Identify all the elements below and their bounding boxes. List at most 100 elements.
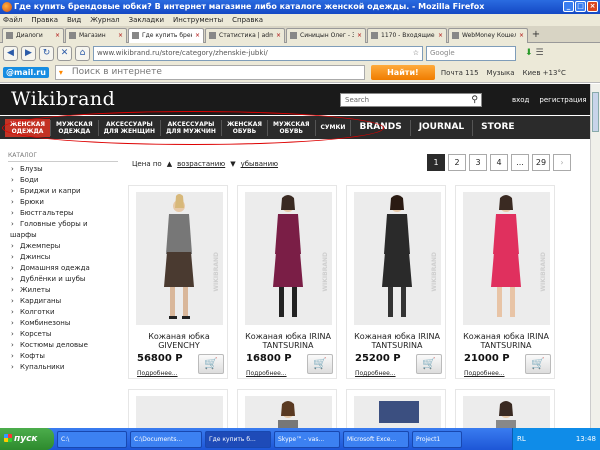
tab-close-icon[interactable]: × <box>55 29 60 43</box>
nav-women-accessories[interactable]: АКСЕССУАРЫ ДЛЯ ЖЕНЩИН <box>99 121 161 135</box>
weather-link[interactable]: Киев +13°C <box>523 69 566 77</box>
tab-close-icon[interactable]: × <box>438 29 443 43</box>
product-card[interactable] <box>128 389 228 428</box>
details-link[interactable]: Подробнее... <box>464 370 505 377</box>
tab-statistics[interactable]: Статистика | adm...× <box>205 28 285 43</box>
product-card[interactable]: WIKIBRAND Кожаная юбка GIVENCHY 56800 Р 🛒… <box>128 185 228 379</box>
search-icon[interactable]: ⚲ <box>471 94 478 106</box>
minimize-button[interactable]: _ <box>563 1 574 12</box>
google-search-field[interactable]: Google <box>426 45 516 61</box>
catalog-item[interactable]: Головные уборы и <box>8 219 118 230</box>
reload-icon[interactable]: ↻ <box>39 45 54 61</box>
menu-tools[interactable]: Инструменты <box>173 14 223 26</box>
task-documents[interactable]: C:\Documents... <box>130 430 202 448</box>
nav-women-shoes[interactable]: ЖЕНСКАЯ ОБУВЬ <box>222 121 267 135</box>
mailru-logo[interactable]: @mail.ru <box>3 67 49 78</box>
product-photo[interactable] <box>136 396 223 428</box>
music-link[interactable]: Музыка <box>487 69 515 77</box>
tab-webmoney[interactable]: WebMoney Кошел...× <box>448 28 528 43</box>
product-photo[interactable]: WIKIBRAND <box>354 192 441 325</box>
product-photo[interactable] <box>354 396 441 428</box>
details-link[interactable]: Подробнее... <box>137 370 178 377</box>
home-icon[interactable]: ⌂ <box>75 45 90 61</box>
site-logo[interactable]: Wikibrand <box>11 88 115 110</box>
tab-close-icon[interactable]: × <box>276 29 281 43</box>
tab-close-icon[interactable]: × <box>195 29 200 43</box>
forward-icon[interactable]: ▶ <box>21 45 36 61</box>
menu-view[interactable]: Вид <box>67 14 81 26</box>
tab-current[interactable]: Где купить брен...× <box>128 28 204 43</box>
nav-women-clothing[interactable]: ЖЕНСКАЯ ОДЕЖДА <box>5 118 51 137</box>
tab-close-icon[interactable]: × <box>519 29 524 43</box>
product-card[interactable]: WIKIBRAND Кожаная юбка IRINA TANTSURINA 1… <box>237 185 337 379</box>
start-button[interactable]: пуск <box>0 428 54 450</box>
vertical-scrollbar[interactable] <box>590 84 600 428</box>
sort-desc-link[interactable]: убыванию <box>241 160 278 168</box>
tab-dialogs[interactable]: Диалоги × <box>2 28 64 43</box>
catalog-item[interactable]: Костюмы деловые <box>8 340 118 351</box>
task-firefox[interactable]: Где купить б... <box>205 430 271 448</box>
product-photo[interactable]: WIKIBRAND <box>136 192 223 325</box>
catalog-item[interactable]: Кардиганы <box>8 296 118 307</box>
nav-brands[interactable]: BRANDS <box>351 123 409 132</box>
nav-men-clothing[interactable]: МУЖСКАЯ ОДЕЖДА <box>51 121 98 135</box>
catalog-item-continuation[interactable]: шарфы <box>8 230 118 241</box>
nav-bags[interactable]: СУМКИ <box>316 124 351 131</box>
add-to-cart-button[interactable]: 🛒 <box>416 354 442 374</box>
page-1[interactable]: 1 <box>427 154 445 171</box>
catalog-item[interactable]: Боди <box>8 175 118 186</box>
catalog-item[interactable]: Бюстгальтеры <box>8 208 118 219</box>
menu-help[interactable]: Справка <box>232 14 263 26</box>
nav-men-accessories[interactable]: АКСЕССУАРЫ ДЛЯ МУЖЧИН <box>161 121 221 135</box>
new-tab-button[interactable]: + <box>529 28 543 42</box>
product-photo[interactable] <box>245 396 332 428</box>
product-photo[interactable]: WIKIBRAND <box>245 192 332 325</box>
download-icon[interactable]: ⬇ <box>525 48 533 58</box>
product-card[interactable]: WIKIBRAND Кожаная юбка IRINA TANTSURINA 2… <box>455 185 555 379</box>
menu-icon[interactable]: ☰ <box>536 48 544 58</box>
sort-asc-icon[interactable]: ▲ <box>167 160 172 168</box>
tab-shop[interactable]: Магазин × <box>65 28 127 43</box>
task-c-drive[interactable]: C:\ <box>57 430 127 448</box>
nav-journal[interactable]: JOURNAL <box>411 123 472 132</box>
next-page-button[interactable]: › <box>553 154 571 171</box>
catalog-item[interactable]: Колготки <box>8 307 118 318</box>
menu-history[interactable]: Журнал <box>90 14 119 26</box>
login-link[interactable]: вход <box>512 96 529 104</box>
site-search-input[interactable]: Search ⚲ <box>340 93 482 107</box>
task-project1[interactable]: Project1 <box>412 430 462 448</box>
mail-link[interactable]: Почта 115 <box>441 69 479 77</box>
product-photo[interactable] <box>463 396 550 428</box>
find-button[interactable]: Найти! <box>370 65 435 80</box>
back-icon[interactable]: ◀ <box>3 45 18 61</box>
product-photo[interactable]: WIKIBRAND <box>463 192 550 325</box>
nav-store[interactable]: STORE <box>473 123 522 132</box>
catalog-item[interactable]: Блузы <box>8 164 118 175</box>
catalog-item[interactable]: Комбинезоны <box>8 318 118 329</box>
add-to-cart-button[interactable]: 🛒 <box>198 354 224 374</box>
add-to-cart-button[interactable]: 🛒 <box>307 354 333 374</box>
close-button[interactable]: × <box>587 1 598 12</box>
menu-bookmarks[interactable]: Закладки <box>129 14 164 26</box>
stop-icon[interactable]: ✕ <box>57 45 72 61</box>
catalog-item[interactable]: Кофты <box>8 351 118 362</box>
mailru-search-input[interactable]: Поиск в интернете <box>54 65 365 80</box>
product-card[interactable] <box>346 389 446 428</box>
product-card[interactable] <box>455 389 555 428</box>
menu-edit[interactable]: Правка <box>31 14 58 26</box>
tab-close-icon[interactable]: × <box>357 29 362 43</box>
task-skype[interactable]: Skype™ - vas... <box>274 430 340 448</box>
details-link[interactable]: Подробнее... <box>246 370 287 377</box>
task-excel[interactable]: Microsoft Exce... <box>343 430 409 448</box>
page-4[interactable]: 4 <box>490 154 508 171</box>
bookmark-star-icon[interactable]: ☆ <box>413 47 419 60</box>
page-3[interactable]: 3 <box>469 154 487 171</box>
catalog-item[interactable]: Жилеты <box>8 285 118 296</box>
sort-desc-icon[interactable]: ▼ <box>230 160 235 168</box>
product-card[interactable]: WIKIBRAND Кожаная юбка IRINA TANTSURINA 2… <box>346 185 446 379</box>
tab-sinitsyn[interactable]: Синицын Олег - З...× <box>286 28 366 43</box>
tab-inbox[interactable]: 1170 - Входящие ...× <box>367 28 447 43</box>
catalog-item[interactable]: Корсеты <box>8 329 118 340</box>
scrollbar-thumb[interactable] <box>592 92 599 132</box>
page-29[interactable]: 29 <box>532 154 550 171</box>
